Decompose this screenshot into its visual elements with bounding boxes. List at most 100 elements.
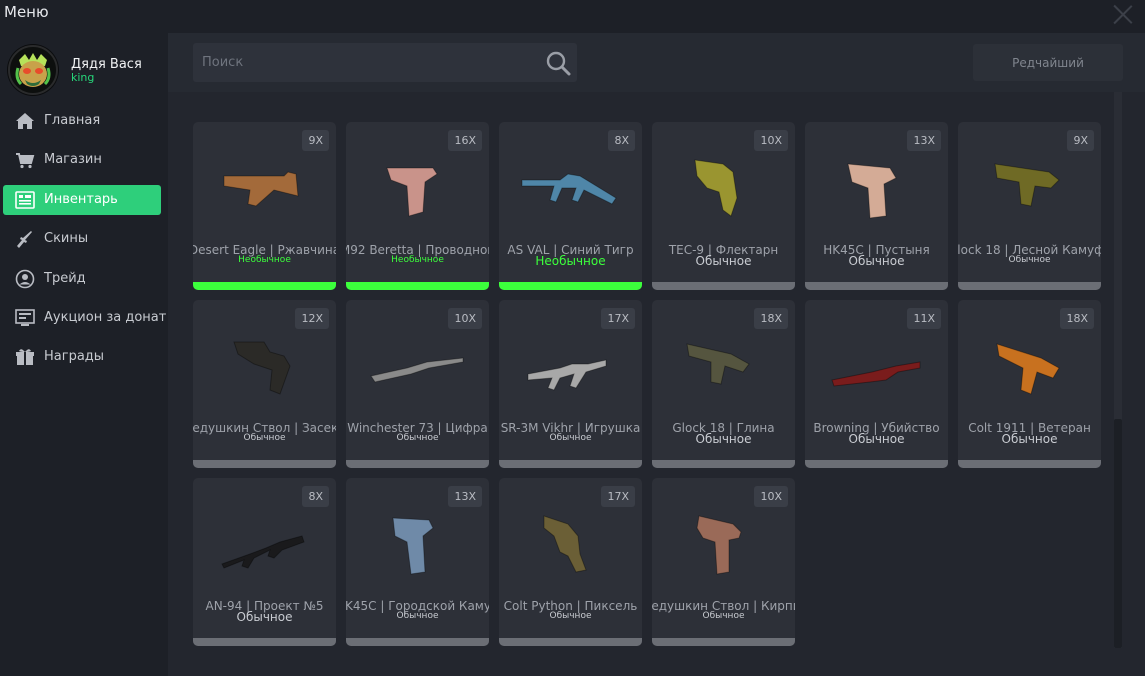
search-icon[interactable] — [545, 50, 571, 76]
inventory-item-card[interactable]: 12XДедушкин Ствол | ЗасекреченОбычное — [193, 300, 336, 468]
rarity-bar — [958, 460, 1101, 468]
inventory-item-card[interactable]: 10X TEC-9 | Флектарн Обычное — [652, 122, 795, 290]
scrollbar[interactable] — [1114, 92, 1122, 648]
sidebar-item-label: Инвентарь — [44, 191, 118, 207]
app-window: Меню Дядя Вася king Главная Магазин Инве… — [0, 0, 1145, 676]
rarity-bar — [652, 282, 795, 290]
top-bar: Редчайший — [168, 33, 1145, 92]
weapon-icon — [233, 341, 291, 395]
weapon-icon — [694, 159, 738, 217]
inventory-item-card[interactable]: 18X Glock 18 | Глина Обычное — [652, 300, 795, 468]
profile-name: Дядя Вася — [71, 57, 142, 72]
item-rarity: Обычное — [695, 254, 752, 268]
rifle-icon — [17, 231, 32, 249]
rarity-bar — [805, 282, 948, 290]
weapon-icon — [996, 343, 1060, 395]
sidebar-item-label: Трейд — [44, 270, 86, 286]
rarity-bar — [193, 282, 336, 290]
weapon-icon — [521, 173, 617, 205]
weapon-icon — [831, 361, 921, 387]
sidebar-item-label: Награды — [44, 349, 105, 365]
auction-icon — [15, 309, 35, 326]
trade-icon — [15, 269, 35, 288]
main-panel: Редчайший 9XDesert Eagle | РжавчинаНеобы… — [168, 33, 1145, 676]
rarity-bar — [499, 638, 642, 646]
inventory-item-card[interactable]: 10XДедушкин Ствол | КирпичОбычное — [652, 478, 795, 646]
item-rarity: Необычное — [391, 255, 444, 265]
rarity-bar — [958, 282, 1101, 290]
sidebar-item-home[interactable]: Главная — [3, 106, 161, 136]
item-rarity: Обычное — [396, 611, 439, 621]
user-profile[interactable]: Дядя Вася king — [7, 44, 167, 96]
rarity-bar — [499, 282, 642, 290]
weapon-icon — [686, 343, 750, 385]
sidebar-item-label: Скины — [44, 231, 89, 247]
gift-icon — [16, 349, 34, 366]
weapon-icon — [221, 535, 305, 569]
sidebar-item-label: Аукцион за донат — [44, 309, 167, 325]
sort-rarity-button[interactable]: Редчайший — [973, 44, 1123, 81]
inventory-icon — [15, 190, 35, 209]
rarity-bar — [652, 460, 795, 468]
rarity-bar — [193, 460, 336, 468]
inventory-item-card[interactable]: 13X HK45C | Пустыня Обычное — [805, 122, 948, 290]
search-box — [193, 43, 577, 82]
search-input[interactable] — [193, 43, 533, 82]
sidebar-item-inventory[interactable]: Инвентарь — [3, 184, 161, 215]
item-rarity: Обычное — [549, 433, 592, 443]
weapon-icon — [994, 163, 1060, 207]
sidebar-item-trade[interactable]: Трейд — [3, 264, 161, 294]
item-rarity: Необычное — [535, 254, 606, 268]
item-rarity: Обычное — [1008, 255, 1051, 265]
rarity-bar — [346, 638, 489, 646]
inventory-item-card[interactable]: 9X Desert Eagle | Ржавчина Необычное — [193, 122, 336, 290]
item-rarity: Обычное — [702, 611, 745, 621]
rarity-bar — [805, 460, 948, 468]
weapon-icon — [847, 163, 897, 219]
weapon-icon — [543, 515, 587, 573]
weapon-icon — [527, 359, 607, 391]
inventory-item-card[interactable]: 8X AS VAL | Синий Тигр Необычное — [499, 122, 642, 290]
rarity-bar — [346, 460, 489, 468]
sidebar-nav: Главная Магазин Инвентарь Скины Трейд Ау… — [3, 106, 166, 382]
sidebar-item-label: Магазин — [44, 152, 102, 168]
rarity-bar — [499, 460, 642, 468]
inventory-item-card[interactable]: 11X Browning | Убийство Обычное — [805, 300, 948, 468]
sidebar-item-auction[interactable]: Аукцион за донат — [3, 303, 166, 333]
sidebar: Дядя Вася king Главная Магазин Инвентарь… — [0, 30, 168, 676]
rarity-bar — [652, 638, 795, 646]
home-icon — [16, 113, 34, 129]
inventory-item-card[interactable]: 13XHK45C | Городской КамуфляжОбычное — [346, 478, 489, 646]
item-rarity: Обычное — [549, 611, 592, 621]
item-rarity: Обычное — [396, 433, 439, 443]
cart-icon — [16, 153, 35, 169]
window-title: Меню — [4, 3, 49, 21]
item-rarity: Обычное — [236, 610, 293, 624]
scrollbar-thumb[interactable] — [1114, 419, 1122, 648]
weapon-icon — [696, 515, 742, 575]
item-rarity: Обычное — [1001, 432, 1058, 446]
sidebar-item-shop[interactable]: Магазин — [3, 145, 161, 175]
weapon-icon — [386, 167, 438, 217]
inventory-grid: 9X Desert Eagle | Ржавчина Необычное 16X M92… — [168, 92, 1145, 676]
weapon-icon — [223, 171, 299, 207]
avatar — [7, 44, 59, 96]
rarity-bar — [193, 638, 336, 646]
item-rarity: Обычное — [695, 432, 752, 446]
item-rarity: Необычное — [238, 255, 291, 265]
item-rarity: Обычное — [848, 432, 905, 446]
inventory-item-card[interactable]: 18X Colt 1911 | Ветеран Обычное — [958, 300, 1101, 468]
inventory-item-card[interactable]: 16X M92 Beretta | Проводной Необычное — [346, 122, 489, 290]
profile-rank: king — [71, 71, 95, 84]
inventory-item-card[interactable]: 9XGlock 18 | Лесной КамуфляжОбычное — [958, 122, 1101, 290]
sidebar-item-skins[interactable]: Скины — [3, 224, 161, 254]
inventory-item-card[interactable]: 8X AN-94 | Проект №5 Обычное — [193, 478, 336, 646]
inventory-item-card[interactable]: 10X Winchester 73 | Цифра Обычное — [346, 300, 489, 468]
sidebar-item-rewards[interactable]: Награды — [3, 342, 161, 372]
inventory-item-card[interactable]: 17X Colt Python | Пиксель Обычное — [499, 478, 642, 646]
item-rarity: Обычное — [848, 254, 905, 268]
rarity-bar — [346, 282, 489, 290]
close-icon[interactable] — [1113, 4, 1133, 24]
inventory-item-card[interactable]: 17X SR-3M Vikhr | Игрушка Обычное — [499, 300, 642, 468]
item-rarity: Обычное — [243, 433, 286, 443]
